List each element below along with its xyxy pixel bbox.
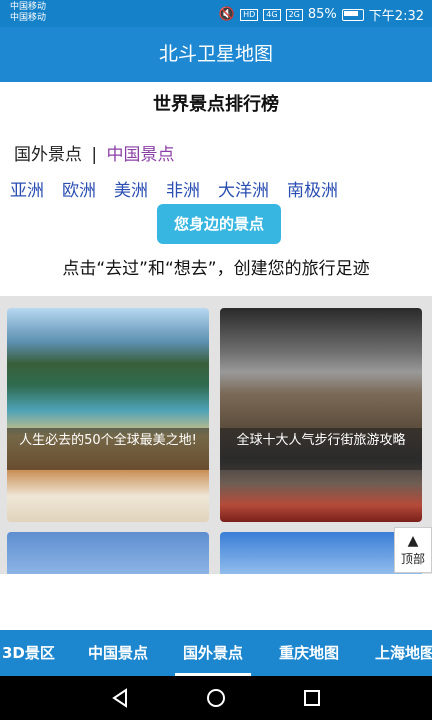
recent-apps-icon[interactable] [300, 686, 324, 710]
nearby-attractions-button[interactable]: 您身边的景点 [157, 204, 281, 244]
continent-oceania-link[interactable]: 大洋洲 [218, 176, 269, 201]
attraction-card-top50[interactable]: 人生必去的50个全球最美之地! [7, 308, 209, 522]
continent-antarctica-link[interactable]: 南极洲 [287, 176, 338, 201]
hd-badge: HD [240, 8, 259, 21]
continent-americas-link[interactable]: 美洲 [114, 176, 148, 201]
scope-foreign-link[interactable]: 国外景点 [14, 145, 82, 165]
clock: 下午2:32 [368, 9, 424, 24]
continent-africa-link[interactable]: 非洲 [166, 176, 200, 201]
content-spacer [0, 574, 432, 630]
attraction-card-pedestrian-streets[interactable]: 全球十大人气步行街旅游攻略 [220, 308, 422, 522]
tab-shanghai-map[interactable]: 上海地图 [375, 630, 432, 676]
home-icon[interactable] [204, 686, 228, 710]
status-icons: 🔇 HD 4G 2G 85% 下午2:32 [219, 5, 424, 24]
tab-3d-scenic[interactable]: 3D景区 [2, 630, 55, 676]
continent-europe-link[interactable]: 欧洲 [62, 176, 96, 201]
carrier-names: 中国移动 中国移动 [10, 2, 46, 24]
tab-china-attractions[interactable]: 中国景点 [88, 630, 148, 676]
tab-chongqing-map[interactable]: 重庆地图 [279, 630, 339, 676]
app-title-bar: 北斗卫星地图 [0, 27, 432, 82]
card-caption: 全球十大人气步行街旅游攻略 [220, 428, 422, 470]
back-to-top-label: 顶部 [400, 552, 425, 566]
attraction-card-partial[interactable] [220, 532, 422, 574]
card-caption: 人生必去的50个全球最美之地! [7, 428, 209, 470]
battery-percent: 85% [307, 7, 337, 22]
ranking-title: 世界景点排行榜 [153, 94, 279, 115]
tab-foreign-attractions[interactable]: 国外景点 [174, 630, 252, 676]
continent-links: 亚洲 欧洲 美洲 非洲 大洋洲 南极洲 [10, 176, 338, 201]
status-bar: 中国移动 中国移动 🔇 HD 4G 2G 85% 下午2:32 [0, 0, 432, 27]
attraction-grid: 人生必去的50个全球最美之地! 全球十大人气步行街旅游攻略 [0, 296, 432, 574]
mute-icon: 🔇 [218, 7, 236, 22]
footprint-hint: 点击“去过”和“想去”，创建您的旅行足迹 [62, 259, 370, 279]
back-to-top-button[interactable]: ▲ 顶部 [394, 527, 432, 573]
bottom-tab-bar: 3D景区 中国景点 国外景点 重庆地图 上海地图 [0, 630, 432, 676]
battery-icon [341, 8, 364, 21]
signal-4g-icon: 4G [263, 8, 281, 21]
signal-2g-icon: 2G [285, 8, 303, 21]
system-nav-bar [0, 676, 432, 720]
attraction-card-partial[interactable] [7, 532, 209, 574]
continent-asia-link[interactable]: 亚洲 [10, 176, 44, 201]
carrier-1: 中国移动 [10, 2, 47, 12]
app-title: 北斗卫星地图 [158, 43, 273, 65]
ranking-panel: 世界景点排行榜 国外景点 | 中国景点 亚洲 欧洲 美洲 非洲 大洋洲 南极洲 … [0, 82, 432, 296]
back-icon[interactable] [108, 686, 132, 710]
scope-separator: | [91, 145, 98, 165]
carrier-2: 中国移动 [10, 13, 47, 23]
scope-china-link[interactable]: 中国景点 [107, 145, 175, 165]
arrow-up-icon: ▲ [407, 533, 419, 549]
scope-switch: 国外景点 | 中国景点 [14, 140, 175, 165]
